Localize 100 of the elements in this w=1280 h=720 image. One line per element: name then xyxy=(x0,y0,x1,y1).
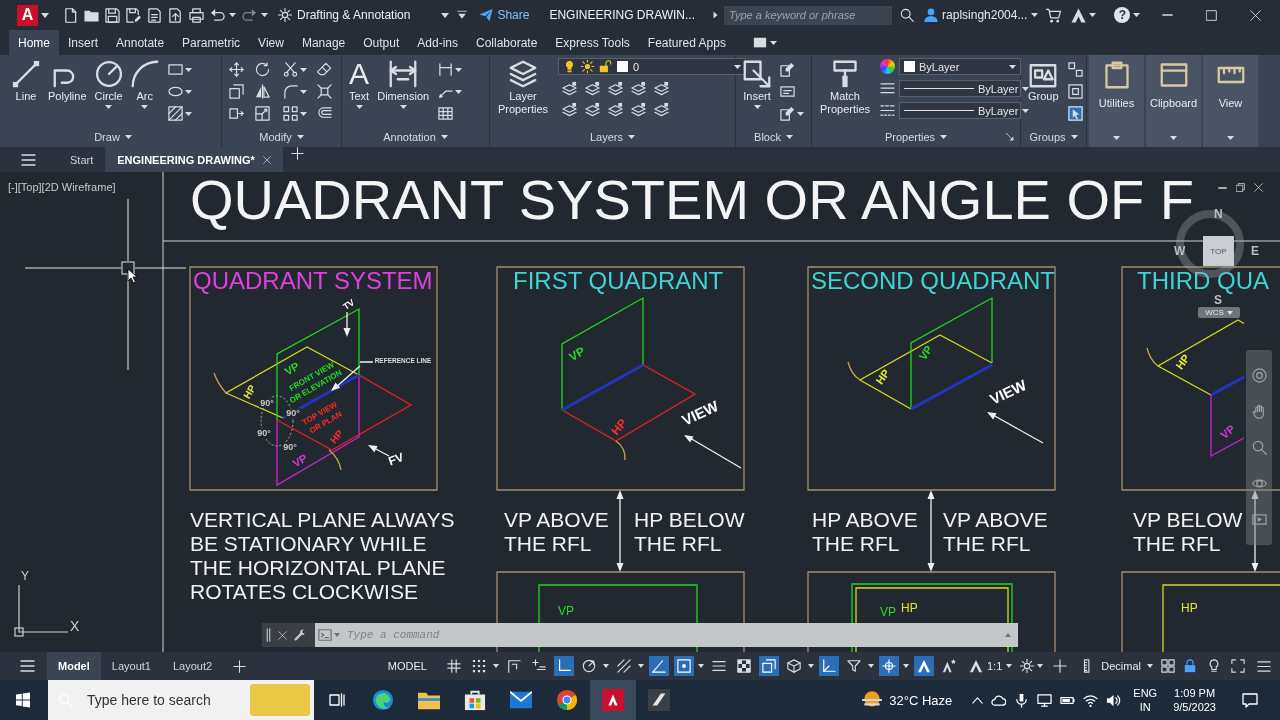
caret-icon[interactable] xyxy=(797,111,804,116)
model-space-button[interactable]: MODEL xyxy=(383,656,431,676)
zoom-icon[interactable] xyxy=(1251,440,1267,455)
lineweight-icon[interactable] xyxy=(880,81,895,96)
block-pen-icon[interactable] xyxy=(780,106,795,121)
nested-squares-icon[interactable] xyxy=(1067,84,1083,99)
speaker-icon[interactable] xyxy=(1106,692,1122,708)
notification-icon[interactable] xyxy=(1242,692,1258,708)
ribbon-tab[interactable]: Parametric xyxy=(173,30,250,55)
panel-title-button[interactable]: Layers xyxy=(590,131,635,143)
block-pen-icon[interactable] xyxy=(780,62,795,77)
document-arrow-icon[interactable] xyxy=(168,7,183,23)
ribbon-tab[interactable]: Insert xyxy=(59,30,108,55)
layer-tool-icon[interactable] xyxy=(631,102,646,117)
panel-title-button[interactable]: Modify xyxy=(259,131,304,143)
pointer-square-icon[interactable] xyxy=(1067,106,1083,121)
chevron-up-icon[interactable] xyxy=(972,696,984,704)
tool-button[interactable]: Line xyxy=(9,58,43,105)
play-arrow-icon[interactable] xyxy=(713,11,719,19)
layer-tool-icon[interactable] xyxy=(585,102,600,117)
rectangle-icon[interactable] xyxy=(167,62,183,77)
user-menu[interactable]: raplsingh2004... xyxy=(924,8,1039,22)
ungroup-icon[interactable] xyxy=(1067,62,1083,77)
mirror-icon[interactable] xyxy=(255,84,270,99)
weather-widget[interactable]: 32°C Haze xyxy=(861,691,953,709)
file-tab[interactable]: ENGINEERING DRAWING* xyxy=(105,147,283,172)
menu-icon[interactable] xyxy=(20,660,35,672)
wrench-icon[interactable] xyxy=(294,628,307,642)
clock[interactable]: 1:09 PM 9/5/2023 xyxy=(1173,686,1216,714)
array-icon[interactable] xyxy=(283,106,298,121)
caret-icon[interactable] xyxy=(300,89,307,94)
share-button[interactable]: Share xyxy=(479,8,530,22)
linetype-icon[interactable] xyxy=(880,103,895,118)
minimize-icon[interactable] xyxy=(1218,186,1227,189)
caret-icon[interactable] xyxy=(455,67,463,72)
search-field[interactable]: Type here to search xyxy=(77,680,250,720)
status-toggle[interactable] xyxy=(878,656,899,676)
tool-button[interactable]: A Text xyxy=(346,58,373,111)
plus-icon[interactable] xyxy=(290,147,304,160)
caret-icon[interactable] xyxy=(261,13,268,17)
printer-icon[interactable] xyxy=(189,7,204,23)
property-dropdown[interactable]: ByLayer xyxy=(899,58,1021,75)
caret-icon[interactable] xyxy=(867,664,874,668)
layer-tool-icon[interactable] xyxy=(562,81,577,96)
offset-icon[interactable] xyxy=(317,106,332,121)
tool-button[interactable]: Insert xyxy=(740,58,774,111)
tool-button[interactable]: Polyline xyxy=(45,58,90,105)
scale-icon[interactable] xyxy=(255,106,270,121)
panel-title-button[interactable]: Annotation xyxy=(383,131,448,143)
layer-tool-icon[interactable] xyxy=(631,81,646,96)
panel-title-button[interactable]: Draw xyxy=(94,131,132,143)
panel-title-button[interactable]: Properties xyxy=(884,131,948,143)
sheet-icon[interactable] xyxy=(147,7,162,23)
linear-dimension-icon[interactable] xyxy=(438,62,454,77)
move-arrows-icon[interactable] xyxy=(229,62,244,77)
caret-icon[interactable] xyxy=(807,664,814,668)
collapsed-panel-button[interactable]: Utilities xyxy=(1089,55,1144,147)
caret-icon[interactable] xyxy=(300,67,307,72)
redo-icon[interactable] xyxy=(242,7,257,23)
caret-icon[interactable] xyxy=(492,664,499,668)
undo-icon[interactable] xyxy=(210,7,225,23)
layer-tool-icon[interactable] xyxy=(608,81,623,96)
wifi-icon[interactable] xyxy=(1083,692,1099,708)
compass-letter[interactable]: N xyxy=(1214,208,1223,220)
app-logo-button[interactable]: A xyxy=(17,4,38,26)
command-input[interactable]: Type a command xyxy=(343,623,998,647)
grip-icon[interactable] xyxy=(266,628,271,642)
tool-button[interactable]: Circle xyxy=(91,58,126,111)
cart-icon[interactable] xyxy=(1046,7,1062,23)
tool-button[interactable]: Arc xyxy=(127,58,162,111)
table-icon[interactable] xyxy=(438,106,454,121)
caret-icon[interactable] xyxy=(1133,13,1141,17)
rotate-icon[interactable] xyxy=(255,62,270,77)
fillet-icon[interactable] xyxy=(283,84,298,99)
ribbon-tab[interactable]: Manage xyxy=(292,30,355,55)
ribbon-tab[interactable]: Express Tools xyxy=(546,30,639,55)
caret-icon[interactable] xyxy=(1089,13,1097,17)
line-caret-icon[interactable] xyxy=(457,10,468,20)
color-wheel-icon[interactable] xyxy=(880,59,895,74)
diagonal-arrow-icon[interactable] xyxy=(1005,132,1014,141)
fullscreen-icon[interactable] xyxy=(1231,659,1245,673)
hatch-icon[interactable] xyxy=(167,106,183,121)
bulb-icon[interactable] xyxy=(1207,659,1221,673)
microphone-icon[interactable] xyxy=(1014,692,1030,708)
caret-icon[interactable] xyxy=(184,67,192,72)
hand-icon[interactable] xyxy=(1251,404,1267,420)
caret-up-icon[interactable] xyxy=(1005,633,1011,637)
ribbon-tab[interactable]: Annotate xyxy=(107,30,174,55)
copy-icon[interactable] xyxy=(229,84,244,99)
padlock-icon[interactable] xyxy=(1183,659,1197,673)
status-toggle[interactable] xyxy=(553,656,574,676)
caret-icon[interactable] xyxy=(902,664,909,668)
caret-icon[interactable] xyxy=(229,13,236,17)
eraser-icon[interactable] xyxy=(317,62,332,77)
restore-icon[interactable] xyxy=(1236,183,1245,192)
caret-icon[interactable] xyxy=(300,111,307,116)
document-icon[interactable] xyxy=(63,7,78,23)
ribbon-tab[interactable]: View xyxy=(249,30,293,55)
viewcube-face[interactable]: TOP xyxy=(1203,236,1234,266)
coordinate-system-menu[interactable]: WCS xyxy=(1198,307,1240,318)
